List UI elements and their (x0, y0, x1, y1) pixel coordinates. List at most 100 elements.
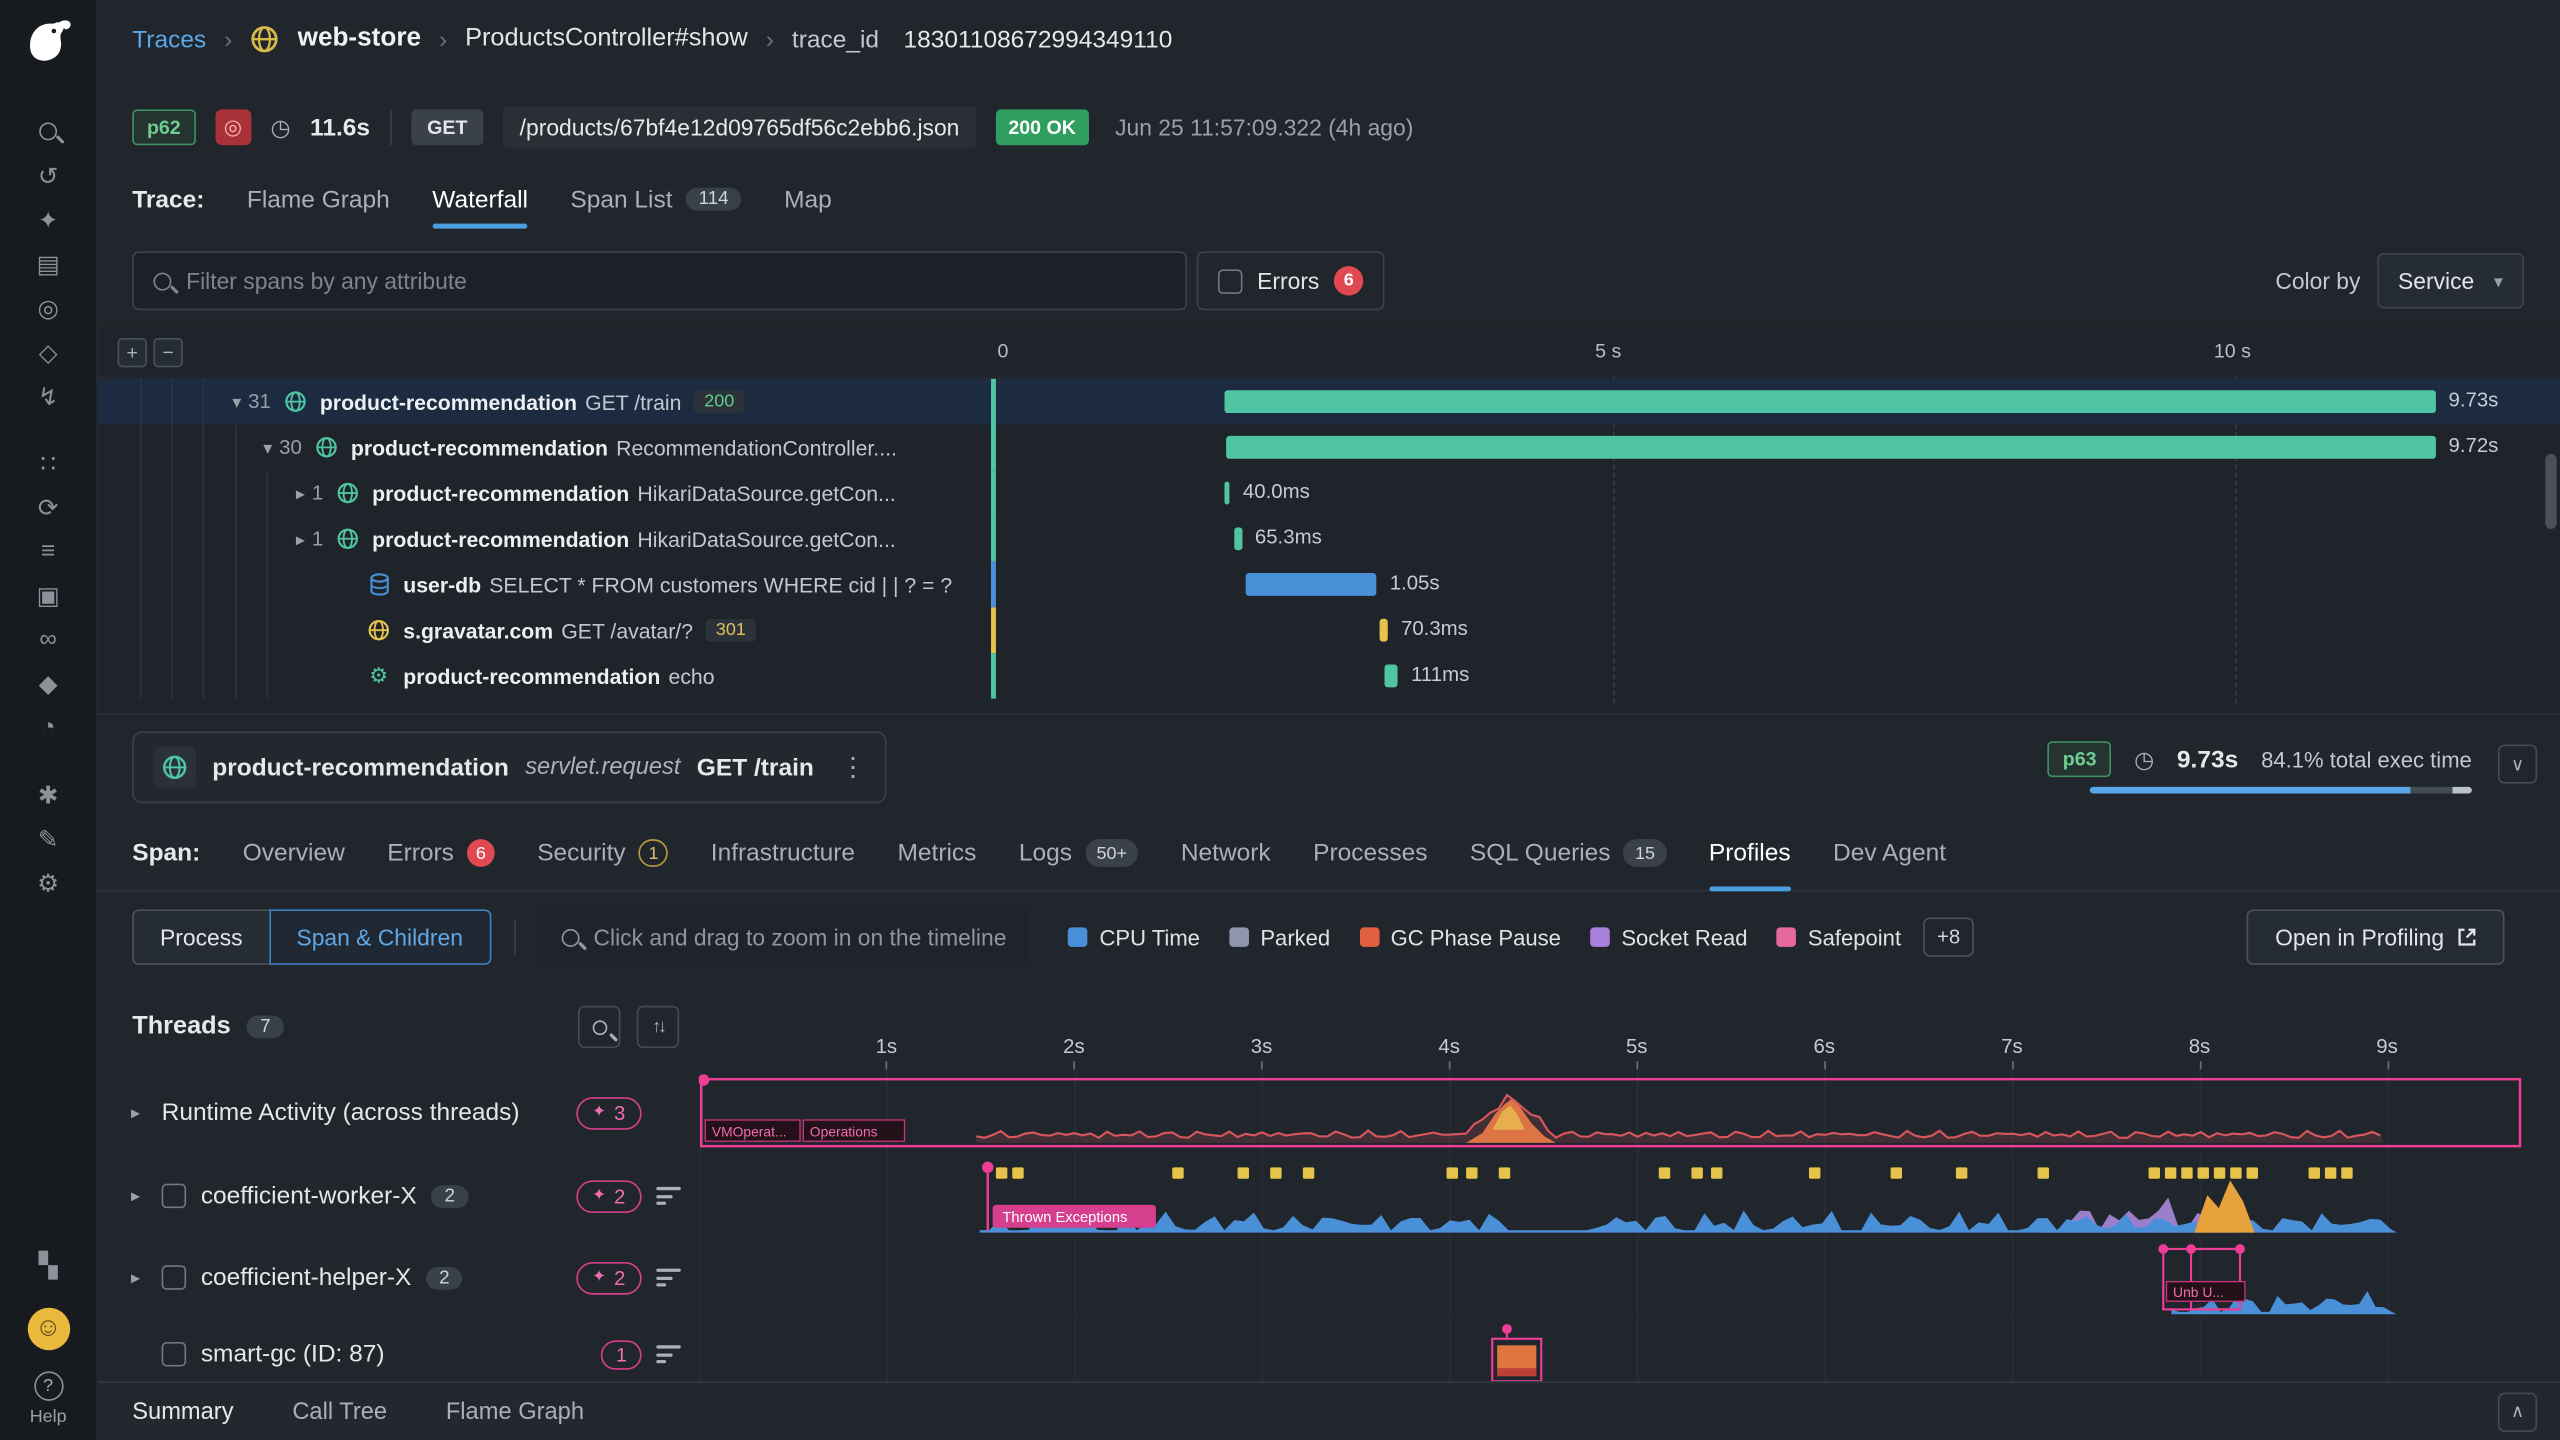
infrastructure-icon[interactable]: ◇ (0, 330, 97, 374)
span-row[interactable]: ▸ 1 product-recommendation HikariDataSou… (98, 516, 2560, 562)
settings-icon[interactable]: ⚙ (0, 860, 97, 904)
open-in-profiling-button[interactable]: Open in Profiling (2247, 909, 2504, 965)
span-tab-dev-agent[interactable]: Dev Agent (1833, 816, 1946, 891)
thread-timeline-helper[interactable]: Unb U... (699, 1238, 2560, 1318)
trace-tab-flame-graph[interactable]: Flame Graph (247, 163, 390, 235)
chevron-down-icon[interactable]: ▾ (225, 391, 248, 412)
waterfall-scrollbar[interactable] (2545, 454, 2556, 529)
chevron-right-icon[interactable]: ▸ (289, 482, 312, 503)
span-bar[interactable] (1226, 436, 2435, 459)
span-row[interactable]: ▸ 1 product-recommendation HikariDataSou… (98, 470, 2560, 516)
bottom-tab-flame-graph[interactable]: Flame Graph (446, 1398, 584, 1424)
chevron-right-icon[interactable]: ▸ (289, 528, 312, 549)
span-tab-overview[interactable]: Overview (243, 816, 345, 891)
selected-span-card[interactable]: product-recommendation servlet.request G… (132, 731, 887, 803)
thread-row-helper[interactable]: ▸coefficient-helper-X2✦2 (98, 1238, 699, 1318)
errors-checkbox[interactable] (1218, 269, 1242, 293)
datadog-logo[interactable] (19, 13, 78, 77)
span-row[interactable]: ▾ 30 product-recommendation Recommendati… (98, 424, 2560, 470)
span-tab-network[interactable]: Network (1181, 816, 1271, 891)
errors-filter-toggle[interactable]: Errors 6 (1197, 251, 1385, 310)
bottom-tab-call-tree[interactable]: Call Tree (292, 1398, 387, 1424)
collapse-all-button[interactable]: − (153, 338, 182, 367)
bottom-tab-summary[interactable]: Summary (132, 1398, 233, 1424)
thread-row-worker[interactable]: ▸coefficient-worker-X2✦2 (98, 1156, 699, 1236)
security-icon[interactable]: ◆ (0, 661, 97, 705)
span-tab-metrics[interactable]: Metrics (897, 816, 976, 891)
insights-badge[interactable]: ✦2 (576, 1180, 642, 1213)
trace-tab-span-list[interactable]: Span List114 (570, 163, 741, 235)
breadcrumb-traces-link[interactable]: Traces (132, 25, 206, 53)
thread-timeline-worker[interactable]: Thrown Exceptions (699, 1156, 2560, 1236)
span-row[interactable]: ▸ ⚙ product-recommendation echo 111ms (98, 653, 2560, 699)
bits-ai-icon[interactable]: ✦ (0, 198, 97, 242)
legend-cpu-time[interactable]: CPU Time (1068, 925, 1199, 949)
connections-icon[interactable]: ∞ (0, 617, 97, 661)
span-tab-profiles[interactable]: Profiles (1709, 816, 1791, 891)
synthetics-icon[interactable]: ⟳ (0, 485, 97, 529)
chevron-right-icon[interactable]: ▸ (124, 1185, 147, 1206)
span-children-button[interactable]: Span & Children (269, 909, 491, 965)
logs-icon[interactable]: ≡ (0, 529, 97, 573)
chevron-down-icon[interactable]: ▾ (256, 437, 279, 458)
user-avatar[interactable]: ☺ (27, 1308, 69, 1350)
breadcrumb-service[interactable]: web-store (298, 24, 421, 53)
collapse-panel-icon[interactable]: ∨ (2498, 744, 2537, 783)
span-bar[interactable] (1246, 573, 1377, 596)
span-bar[interactable] (1225, 482, 1230, 505)
span-tab-processes[interactable]: Processes (1313, 816, 1427, 891)
legend-more-badge[interactable]: +8 (1924, 918, 1973, 957)
thread-row-runtime[interactable]: ▸Runtime Activity (across threads)✦3 (98, 1071, 699, 1154)
legend-parked[interactable]: Parked (1229, 925, 1330, 949)
thread-checkbox[interactable] (162, 1342, 186, 1366)
thread-checkbox[interactable] (162, 1265, 186, 1289)
legend-socket-read[interactable]: Socket Read (1590, 925, 1747, 949)
threads-search-button[interactable] (578, 1006, 620, 1048)
span-bar[interactable] (1384, 664, 1398, 687)
request-url[interactable]: /products/67bf4e12d09765df56c2ebb6.json (503, 106, 975, 148)
dashboards-icon[interactable]: ▣ (0, 573, 97, 617)
chevron-right-icon[interactable]: ▸ (124, 1102, 147, 1123)
thread-checkbox[interactable] (162, 1184, 186, 1208)
trace-tab-waterfall[interactable]: Waterfall (432, 163, 528, 235)
error-tracking-icon[interactable]: ✱ (0, 772, 97, 816)
insights-badge[interactable]: 1 (601, 1340, 641, 1369)
span-tab-security[interactable]: Security1 (537, 816, 668, 891)
span-filter-input[interactable]: Filter spans by any attribute (132, 251, 1187, 310)
span-bar[interactable] (1234, 527, 1242, 550)
service-map-icon[interactable]: ∷ (0, 441, 97, 485)
legend-safepoint[interactable]: Safepoint (1777, 925, 1901, 949)
process-button[interactable]: Process (132, 909, 270, 965)
span-tab-errors[interactable]: Errors6 (387, 816, 494, 891)
thread-row-gc[interactable]: ▸smart-gc (ID: 87)1 (98, 1319, 699, 1381)
breadcrumb-resource[interactable]: ProductsController#show (465, 24, 748, 53)
thread-options-icon[interactable] (656, 1345, 682, 1363)
span-tab-infrastructure[interactable]: Infrastructure (711, 816, 855, 891)
color-by-select[interactable]: Service ▾ (2377, 253, 2524, 309)
span-menu-icon[interactable]: ⋮ (840, 751, 866, 784)
expand-all-button[interactable]: + (118, 338, 147, 367)
notebooks-icon[interactable]: ✎ (0, 816, 97, 860)
insights-badge[interactable]: ✦2 (576, 1261, 642, 1294)
insights-badge[interactable]: ✦3 (576, 1096, 642, 1129)
span-tab-logs[interactable]: Logs50+ (1019, 816, 1139, 891)
thread-options-icon[interactable] (656, 1269, 682, 1287)
expand-panel-icon[interactable]: ∧ (2498, 1392, 2537, 1431)
org-icon[interactable]: ▚ (0, 1242, 97, 1286)
thread-options-icon[interactable] (656, 1187, 682, 1205)
search-icon[interactable] (0, 109, 97, 153)
profiling-icon[interactable]: ◔ (0, 705, 97, 749)
threads-sort-button[interactable]: ↑↓ (637, 1006, 679, 1048)
span-bar[interactable] (1225, 390, 2435, 413)
legend-gc-phase-pause[interactable]: GC Phase Pause (1360, 925, 1561, 949)
chevron-right-icon[interactable]: ▸ (124, 1267, 147, 1288)
thread-timeline-gc[interactable] (699, 1319, 2560, 1381)
apm-icon[interactable]: ↯ (0, 374, 97, 418)
help-button[interactable]: ? Help (30, 1371, 67, 1427)
ci-visibility-icon[interactable]: ◎ (0, 286, 97, 330)
metrics-icon[interactable]: ▤ (0, 242, 97, 286)
span-bar[interactable] (1379, 619, 1388, 642)
history-icon[interactable]: ↺ (0, 153, 97, 197)
trace-tab-map[interactable]: Map (784, 163, 832, 235)
thread-timeline-runtime[interactable]: VMOperat... Operations (699, 1071, 2560, 1154)
